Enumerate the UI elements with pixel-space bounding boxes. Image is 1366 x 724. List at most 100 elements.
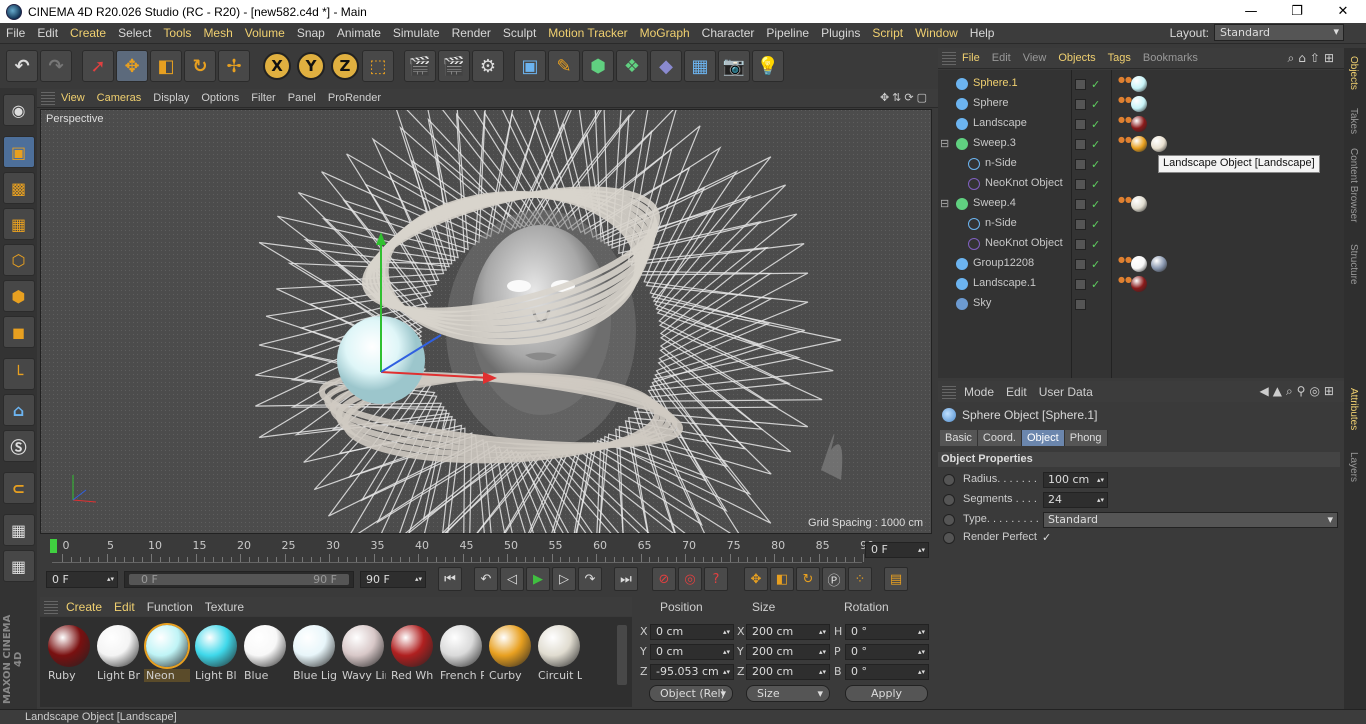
objects-menu-view[interactable]: View — [1023, 52, 1059, 64]
object-row[interactable]: Sphere ✓ ●● — [938, 94, 1344, 114]
animate-render-perfect-icon[interactable] — [943, 532, 955, 544]
menu-window[interactable]: Window — [909, 26, 964, 40]
viewport-menu-display[interactable]: Display — [153, 92, 197, 104]
viewport-menu-panel[interactable]: Panel — [288, 92, 324, 104]
previous-frame-button[interactable]: ◁ — [500, 567, 524, 591]
tab-phong[interactable]: Phong — [1064, 430, 1108, 446]
visibility-flags[interactable]: ✓ — [1075, 97, 1111, 111]
viewport-menu-options[interactable]: Options — [201, 92, 247, 104]
position-z-field[interactable]: -95.053 cm — [650, 664, 734, 680]
objects-menu-bookmarks[interactable]: Bookmarks — [1143, 52, 1210, 64]
menu-mograph[interactable]: MoGraph — [634, 26, 696, 40]
viewport-menu-filter[interactable]: Filter — [251, 92, 283, 104]
size-y-field[interactable]: 200 cm — [746, 644, 830, 660]
side-tab-takes[interactable]: Takes — [1348, 108, 1359, 134]
menu-volume[interactable]: Volume — [239, 26, 291, 40]
model-mode-button[interactable]: ▣ — [2, 136, 35, 168]
frame-range-slider[interactable]: 0 F 90 F — [124, 570, 354, 588]
object-manager-tool-icons[interactable]: ⌕⌂⇧⊞ — [1288, 51, 1338, 66]
menu-create[interactable]: Create — [64, 26, 112, 40]
rotation-p-field[interactable]: 0 ° — [845, 644, 929, 660]
visibility-dots-icon[interactable]: ●● — [1118, 96, 1132, 112]
enabled-check-icon[interactable]: ✓ — [1091, 158, 1100, 171]
deformer-button[interactable]: ◆ — [650, 50, 682, 82]
layer-icon[interactable] — [1075, 238, 1086, 250]
panel-grip-icon[interactable] — [41, 91, 55, 105]
enabled-check-icon[interactable]: ✓ — [1091, 258, 1100, 271]
object-row[interactable]: n-Side ✓ — [938, 214, 1344, 234]
viewport-menu-prorender[interactable]: ProRender — [328, 92, 389, 104]
visibility-dots-icon[interactable]: ●● — [1118, 256, 1132, 272]
menu-motion-tracker[interactable]: Motion Tracker — [542, 26, 633, 40]
visibility-flags[interactable]: ✓ — [1075, 257, 1111, 271]
layout-dropdown[interactable]: Standard — [1214, 24, 1344, 41]
material-scrollbar[interactable] — [617, 625, 627, 685]
material-tag-icon[interactable] — [1131, 136, 1147, 152]
side-tab-attributes[interactable]: Attributes — [1348, 388, 1359, 430]
render-view-button[interactable]: 🎬 — [404, 50, 436, 82]
object-name[interactable]: Landscape.1 — [973, 277, 1036, 289]
enabled-check-icon[interactable]: ✓ — [1091, 198, 1100, 211]
material-menu-function[interactable]: Function — [147, 600, 205, 614]
animate-type-icon[interactable] — [943, 514, 955, 526]
autokeying-button[interactable]: ◎ — [678, 567, 702, 591]
layer-icon[interactable] — [1075, 298, 1086, 310]
enabled-check-icon[interactable]: ✓ — [1091, 178, 1100, 191]
scale-tool-button[interactable]: ◧ — [150, 50, 182, 82]
tab-basic[interactable]: Basic — [940, 430, 978, 446]
x-axis-lock-button[interactable]: X — [263, 52, 291, 80]
minimize-button[interactable]: — — [1228, 0, 1274, 23]
z-axis-lock-button[interactable]: Z — [331, 52, 359, 80]
close-button[interactable]: ✕ — [1320, 0, 1366, 23]
maximize-button[interactable]: ❐ — [1274, 0, 1320, 23]
record-rotation-button[interactable]: ↻ — [796, 567, 820, 591]
layer-icon[interactable] — [1075, 78, 1086, 90]
rotate-tool-button[interactable]: ↻ — [184, 50, 216, 82]
menu-tools[interactable]: Tools — [157, 26, 197, 40]
subdivision-surface-button[interactable]: ⬢ — [582, 50, 614, 82]
enabled-check-icon[interactable]: ✓ — [1091, 218, 1100, 231]
visibility-flags[interactable]: ✓ — [1075, 137, 1111, 151]
position-y-field[interactable]: 0 cm — [650, 644, 734, 660]
objects-menu-tags[interactable]: Tags — [1108, 52, 1143, 64]
material-tag-icon[interactable] — [1131, 196, 1147, 212]
material-menu-create[interactable]: Create — [66, 600, 114, 614]
snap-button[interactable]: ⊂ — [2, 472, 35, 504]
redo-button[interactable]: ↷ — [40, 50, 72, 82]
go-to-start-button[interactable]: ⏮ — [438, 567, 462, 591]
material-swatch[interactable]: Curby — [487, 625, 533, 682]
timeline-ruler[interactable]: 051015202530354045505560657075808590 — [52, 537, 874, 563]
material-tag-icon[interactable] — [1151, 256, 1167, 272]
side-tab-structure[interactable]: Structure — [1348, 244, 1359, 285]
keyframe-selection-button[interactable]: ? — [704, 567, 728, 591]
side-tab-content-browser[interactable]: Content Browser — [1348, 148, 1359, 222]
workplane-mode-button[interactable]: ▦ — [2, 208, 35, 240]
object-name[interactable]: Landscape — [973, 117, 1027, 129]
start-frame-field[interactable]: 0 F — [46, 570, 118, 588]
animate-segments-icon[interactable] — [943, 494, 955, 506]
attribute-manager-tool-icons[interactable]: ◀▲⌕⚲◎⊞ — [1260, 384, 1339, 399]
object-name[interactable]: Sweep.4 — [973, 197, 1016, 209]
panel-grip-icon[interactable] — [942, 51, 956, 65]
timeline[interactable]: 051015202530354045505560657075808590 0 F — [40, 535, 933, 567]
edge-mode-button[interactable]: ⬢ — [2, 280, 35, 312]
tweak-mode-button[interactable]: ⌂ — [2, 394, 35, 426]
object-name[interactable]: n-Side — [985, 157, 1017, 169]
material-swatch[interactable]: Red Wh — [389, 625, 435, 682]
render-perfect-checkbox[interactable]: ✓ — [1042, 531, 1051, 544]
material-tag-icon[interactable] — [1151, 136, 1167, 152]
segments-field[interactable]: 24 — [1043, 492, 1108, 508]
tab-coord[interactable]: Coord. — [977, 430, 1022, 446]
end-frame-field[interactable]: 90 F — [360, 570, 426, 588]
collapse-icon[interactable]: ⊟ — [940, 137, 949, 150]
object-row[interactable]: Sphere.1 ✓ ●● — [938, 74, 1344, 94]
material-swatch[interactable]: Neon — [144, 625, 190, 682]
render-picture-viewer-button[interactable]: 🎬 — [438, 50, 470, 82]
object-name[interactable]: Sphere.1 — [973, 77, 1018, 89]
tab-object[interactable]: Object — [1021, 430, 1065, 446]
menu-plugins[interactable]: Plugins — [815, 26, 866, 40]
timeline-scheme-button[interactable]: ▤ — [884, 567, 908, 591]
workplane-lock-button[interactable]: ▦ — [2, 514, 35, 546]
menu-mesh[interactable]: Mesh — [197, 26, 238, 40]
go-to-end-button[interactable]: ⏭ — [614, 567, 638, 591]
